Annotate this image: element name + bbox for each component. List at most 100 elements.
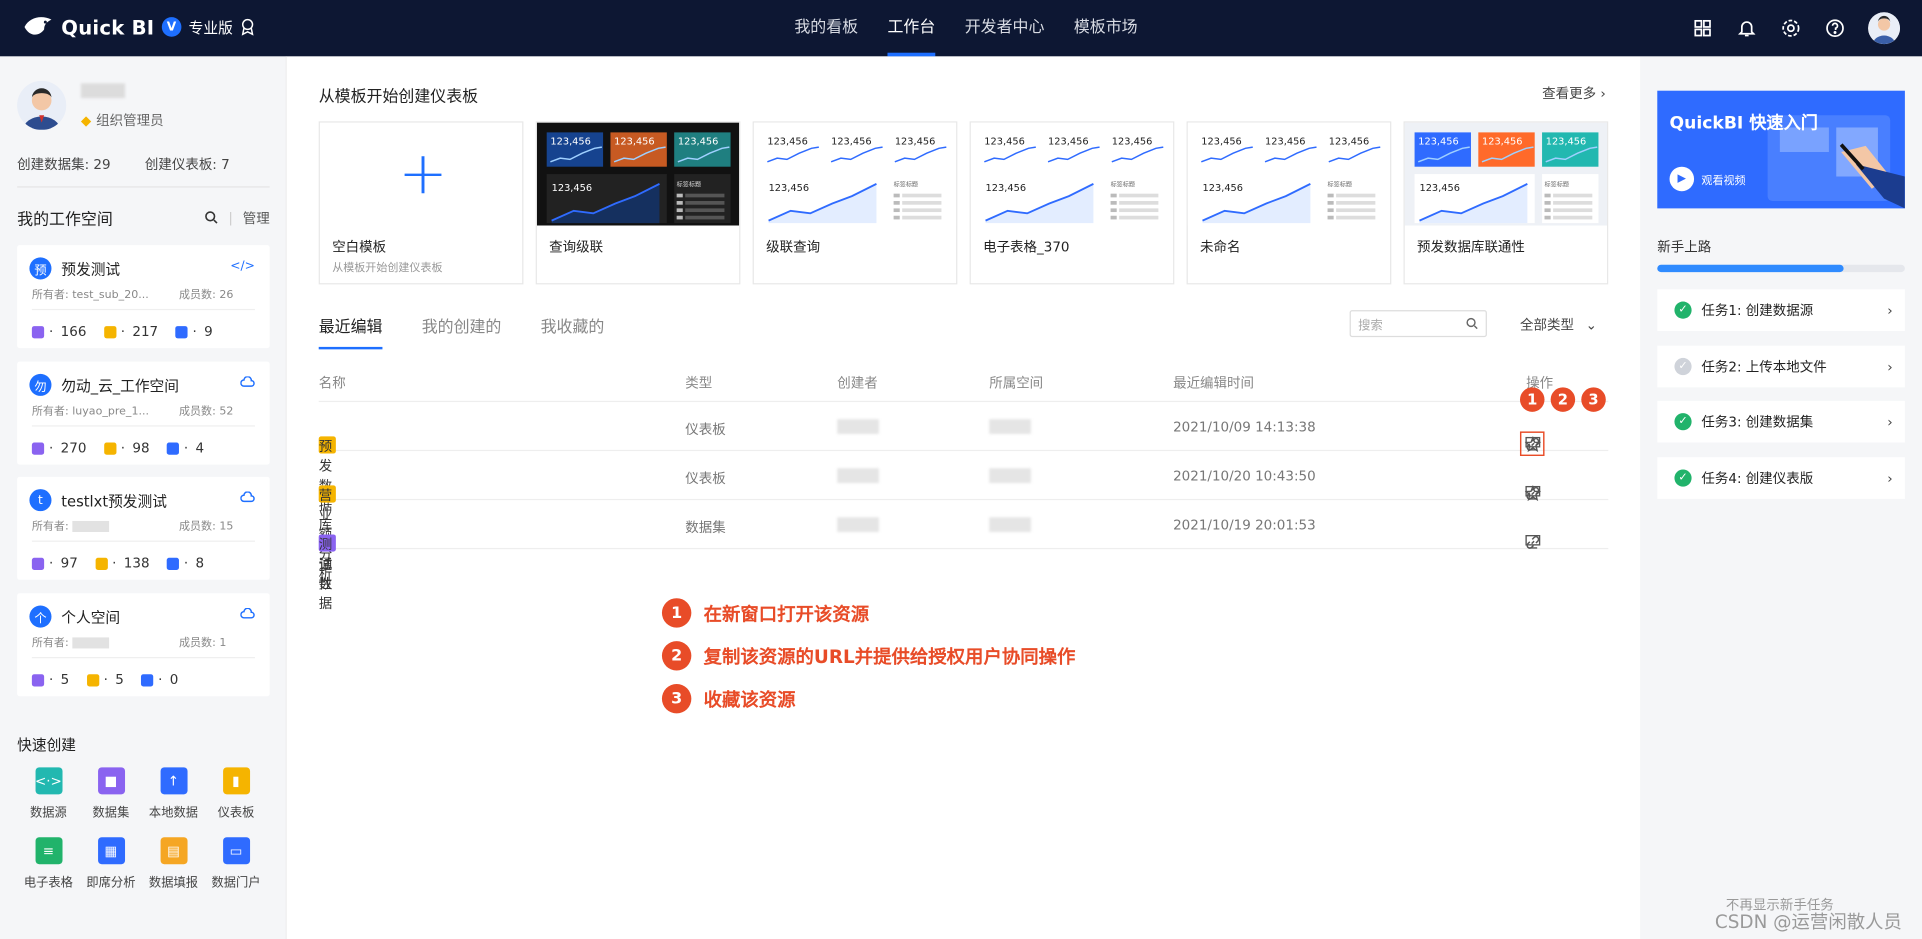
nav-item[interactable]: 开发者中心: [950, 0, 1059, 56]
row-name[interactable]: 测试数据: [319, 534, 332, 612]
task-item[interactable]: ✓ 任务3: 创建数据集 ›: [1657, 400, 1905, 443]
workspace-card[interactable]: t testlxt预发测试 所有者: 成员数: 15 · 97 · 138 · 8: [17, 476, 270, 580]
template-card[interactable]: 123,456 123,456 123,456 123,456 标签标题 未命名: [1186, 121, 1392, 285]
portal-count-value: 0: [169, 671, 179, 688]
templates-title: 从模板开始创建仪表板: [318, 88, 479, 107]
task-item[interactable]: ✓ 任务4: 创建仪表版 ›: [1657, 457, 1905, 499]
chevron-right-icon: ›: [1887, 413, 1893, 430]
chevron-right-icon: ›: [1887, 302, 1893, 319]
code-icon: </>: [230, 259, 255, 274]
watch-video-text: 观看视频: [1701, 174, 1746, 187]
template-thumbnail: 123,456 123,456 123,456 123,456 标签标题: [753, 122, 957, 226]
bell-icon[interactable]: [1736, 17, 1758, 39]
space-blurred: [989, 517, 1031, 532]
quick-create-item[interactable]: ▭ 数据门户: [205, 837, 268, 890]
tab-0[interactable]: 最近编辑: [318, 314, 383, 350]
task-label: 任务4: 创建仪表版: [1701, 470, 1814, 487]
search-placeholder: 搜索: [1358, 319, 1383, 333]
profile: ◆ 组织管理员: [17, 80, 164, 130]
left-panel: ◆ 组织管理员 创建数据集: 29 创建仪表板: 7 我的工作空间 | 管理 预预…: [0, 56, 287, 939]
portal-count-value: 9: [204, 323, 213, 340]
chevron-right-icon: ›: [1887, 470, 1893, 487]
dashboard-count: · 5: [86, 672, 124, 688]
verified-badge: V: [161, 17, 182, 37]
template-thumbnail: 123,456 123,456 123,456 123,456 标签标题: [970, 122, 1174, 226]
divider: [31, 540, 255, 542]
dashboard-count-value: 217: [132, 323, 159, 340]
logo[interactable]: Quick BI V 专业版: [22, 15, 255, 40]
quick-create-item[interactable]: ▦ 即席分析: [80, 837, 143, 890]
quick-create-item[interactable]: ▤ 数据填报: [142, 837, 205, 890]
type-filter-dropdown[interactable]: 全部类型 ⌄: [1520, 315, 1597, 335]
chevron-right-icon: ›: [1600, 85, 1606, 102]
template-name: 空白模板: [332, 239, 387, 255]
award-icon: [241, 18, 254, 36]
portal-count: · 9: [175, 323, 213, 340]
newbie-progress-bar: [1657, 264, 1905, 273]
quick-create-title: 快速创建: [17, 736, 77, 754]
workspace-card[interactable]: 预预发测试 </> 所有者: test_sub_20... 成员数: 26 · 166 · 2…: [17, 245, 270, 349]
svg-text:标签标题: 标签标题: [894, 180, 918, 188]
dashboard-icon: [94, 557, 108, 570]
quick-create-item[interactable]: ▮ 仪表板: [205, 767, 268, 820]
user-avatar[interactable]: [1868, 12, 1900, 45]
chevron-right-icon: ›: [1887, 358, 1893, 375]
profile-role: ◆ 组织管理员: [81, 110, 164, 130]
quick-create-label: 电子表格: [23, 876, 73, 890]
table-row[interactable]: 测试数据 数据集 2021/10/19 20:01:53: [318, 500, 1609, 612]
svg-text:123,456: 123,456: [1419, 183, 1460, 194]
quick-create-item[interactable]: ■ 数据集: [80, 767, 143, 820]
search-input[interactable]: 搜索: [1349, 310, 1487, 338]
apps-grid-icon[interactable]: [1692, 17, 1714, 39]
nav-item[interactable]: 模板市场: [1059, 0, 1152, 56]
quick-create-label: 数据源: [30, 806, 67, 821]
svg-text:标签标题: 标签标题: [1328, 180, 1352, 188]
quick-create-icon: ▮: [222, 767, 250, 795]
row-type: 数据集: [685, 519, 726, 536]
table-row[interactable]: 营业额分析仪表板2021/10/20 10:43:50: [318, 451, 1609, 582]
template-card[interactable]: 123,456 123,456 123,456 123,456 标签标题 电子表格_370: [969, 121, 1175, 285]
workspace-card[interactable]: 个个人空间 所有者: 成员数: 1 · 5 · 5 · 0: [17, 593, 270, 697]
search-icon[interactable]: [205, 211, 218, 224]
dataset-icon: [31, 441, 45, 455]
column-header: 所属空间: [989, 375, 1044, 392]
progress-fill: [1657, 264, 1843, 273]
row-edit-time: 2021/10/20 10:43:50: [1173, 468, 1316, 485]
app-root: Quick BI V 专业版 我的看板 工作台 开发者中心 模板市场 ◆ 组织管理员 创…: [0, 0, 1922, 939]
tab-1[interactable]: 我的创建的: [422, 314, 502, 337]
template-card[interactable]: 123,456 123,456 123,456 123,456 标签标题 级联查询: [752, 121, 958, 285]
task-item[interactable]: ✓ 任务1: 创建数据源 ›: [1657, 289, 1905, 331]
quick-create-item[interactable]: <·> 数据源: [17, 767, 80, 820]
workspace-card[interactable]: 勿勿动_云_工作空间 所有者: luyao_pre_1... 成员数: 52 · 270…: [17, 361, 270, 465]
task-label: 任务3: 创建数据集: [1701, 414, 1814, 431]
view-more-link[interactable]: 查看更多 ›: [1542, 83, 1606, 103]
annotation-item: 3 收藏该资源: [661, 683, 796, 714]
watch-video-button[interactable]: ▶ 观看视频: [1669, 166, 1746, 192]
manage-link[interactable]: 管理: [243, 208, 270, 228]
help-icon[interactable]: [1824, 17, 1846, 39]
dashboard-count: · 138: [94, 555, 150, 571]
row-edit-time: 2021/10/09 14:13:38: [1173, 419, 1316, 436]
profile-stats: 创建数据集: 29 创建仪表板: 7: [17, 154, 230, 174]
chevron-down-icon: ⌄: [1585, 317, 1597, 334]
svg-text:123,456: 123,456: [769, 183, 810, 194]
template-card[interactable]: 123,456 123,456 123,456 123,456 标签标题 查询级联: [535, 121, 741, 285]
quick-create-item[interactable]: ↑ 本地数据: [142, 767, 205, 820]
nav-item[interactable]: 工作台: [873, 0, 950, 57]
template-card[interactable]: 123,456 123,456 123,456 123,456 标签标题 预发数据库联通性: [1403, 121, 1609, 285]
space-blurred: [989, 419, 1031, 434]
copy-link-icon[interactable]: [1520, 530, 1545, 555]
table-row[interactable]: 预发数据库联通性仪表板2021/10/09 14:13:38: [318, 402, 1609, 592]
template-card[interactable]: + 空白模板 从模板开始创建仪表板: [318, 121, 524, 285]
settings-gear-icon[interactable]: [1780, 17, 1802, 39]
tab-2[interactable]: 我收藏的: [541, 314, 605, 337]
diamond-icon: ◆: [80, 112, 92, 129]
members-info: 成员数: 52: [179, 402, 233, 418]
workspace-header-actions: | 管理: [205, 206, 270, 229]
quick-create-icon: ▭: [222, 837, 250, 865]
quick-create-item[interactable]: ≡ 电子表格: [17, 837, 80, 890]
workspace-counts: · 166 · 217 · 9: [31, 323, 213, 340]
quickstart-banner[interactable]: QuickBI 快速入门 ▶ 观看视频: [1657, 90, 1905, 209]
task-item[interactable]: ✓ 任务2: 上传本地文件 ›: [1657, 345, 1905, 388]
nav-item[interactable]: 我的看板: [780, 0, 873, 56]
